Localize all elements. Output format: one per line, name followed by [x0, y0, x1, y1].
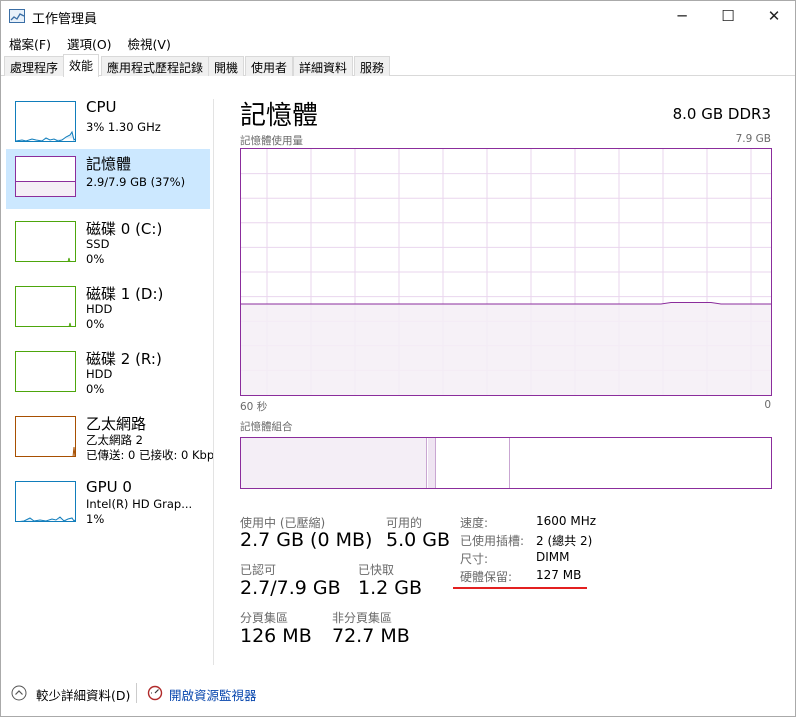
sidebar-ethernet-name: 乙太網路	[86, 415, 147, 433]
memory-spec: 8.0 GB DDR3	[672, 105, 771, 123]
memory-thumbnail-graph	[15, 156, 76, 197]
slots-used-value: 2 (總共 2)	[536, 534, 593, 548]
sidebar-item-disk-1[interactable]: 磁碟 1 (D:) HDD 0%	[6, 279, 210, 339]
disk-1-thumbnail-graph	[15, 286, 76, 327]
memory-usage-graph	[240, 148, 772, 396]
composition-modified	[428, 438, 436, 488]
memory-usage-graph-svg	[241, 149, 771, 395]
slots-used-label: 已使用插槽:	[460, 534, 525, 548]
page-title: 記憶體	[240, 101, 319, 131]
disk-0-thumbnail-graph	[15, 221, 76, 262]
sidebar-disk-1-line1: HDD	[86, 302, 113, 316]
composition-in-use	[241, 438, 427, 488]
in-use-value: 2.7 GB (0 MB)	[240, 529, 373, 551]
task-manager-window: 工作管理員 ─ ☐ ✕ 檔案(F) 選項(O) 檢視(V) 處理程序 效能 應用…	[0, 0, 796, 717]
sidebar-disk-2-line1: HDD	[86, 367, 113, 381]
sidebar-item-gpu[interactable]: GPU 0 Intel(R) HD Grap... 1%	[6, 474, 210, 534]
time-axis-start: 60 秒	[240, 401, 268, 413]
ethernet-thumbnail-graph	[15, 416, 76, 457]
cached-value: 1.2 GB	[358, 577, 423, 599]
tab-strip: 處理程序 效能 應用程式歷程記錄 開機 使用者 詳細資料 服務	[1, 54, 795, 77]
sidebar-memory-name: 記憶體	[86, 155, 132, 173]
menu-options[interactable]: 選項(O)	[59, 32, 120, 52]
close-button[interactable]: ✕	[751, 1, 796, 31]
sidebar-ethernet-line2: 已傳送: 0 已接收: 0 Kbps	[86, 448, 214, 462]
tab-performance[interactable]: 效能	[63, 54, 100, 77]
form-factor-label: 尺寸:	[460, 552, 489, 566]
sidebar-item-cpu[interactable]: CPU 3% 1.30 GHz	[6, 94, 210, 154]
sidebar-item-disk-0[interactable]: 磁碟 0 (C:) SSD 0%	[6, 214, 210, 274]
committed-label: 已認可	[240, 563, 277, 577]
menu-file[interactable]: 檔案(F)	[1, 32, 59, 52]
sidebar-disk-1-line2: 0%	[86, 317, 105, 331]
memory-detail-panel: 記憶體 8.0 GB DDR3 記憶體使用量 7.9 GB 60 秒 0 記憶體…	[231, 91, 781, 671]
usage-graph-label: 記憶體使用量	[240, 135, 303, 147]
nonpaged-pool-label: 非分頁集區	[332, 611, 393, 625]
paged-pool-label: 分頁集區	[240, 611, 289, 625]
maximize-button[interactable]: ☐	[705, 1, 751, 31]
hardware-reserved-highlight	[453, 587, 587, 589]
minimize-button[interactable]: ─	[659, 1, 705, 31]
paged-pool-value: 126 MB	[240, 625, 312, 647]
time-axis-end: 0	[764, 399, 771, 411]
sidebar-gpu-name: GPU 0	[86, 478, 132, 496]
sidebar-divider	[213, 99, 214, 665]
usage-graph-max: 7.9 GB	[735, 133, 771, 145]
memory-composition-bar	[240, 437, 772, 489]
composition-free	[511, 438, 771, 488]
committed-value: 2.7/7.9 GB	[240, 577, 341, 599]
tab-startup[interactable]: 開機	[208, 56, 245, 76]
speed-label: 速度:	[460, 516, 489, 530]
available-value: 5.0 GB	[386, 529, 451, 551]
composition-graph-label: 記憶體組合	[240, 421, 293, 433]
collapse-chevron-icon[interactable]	[11, 685, 27, 701]
footer-bar: 較少詳細資料(D) 開啟資源監視器	[1, 677, 795, 707]
tab-processes[interactable]: 處理程序	[4, 56, 65, 76]
sidebar-disk-2-name: 磁碟 2 (R:)	[86, 350, 162, 368]
cpu-thumbnail-graph	[15, 101, 76, 142]
tab-app-history[interactable]: 應用程式歷程記錄	[101, 56, 210, 76]
sidebar-item-disk-2[interactable]: 磁碟 2 (R:) HDD 0%	[6, 344, 210, 404]
gpu-thumbnail-graph	[15, 481, 76, 522]
disk-2-thumbnail-graph	[15, 351, 76, 392]
form-factor-value: DIMM	[536, 550, 570, 564]
fewer-details-button[interactable]: 較少詳細資料(D)	[36, 685, 130, 704]
sidebar-disk-2-line2: 0%	[86, 382, 105, 396]
tab-users[interactable]: 使用者	[245, 56, 294, 76]
nonpaged-pool-value: 72.7 MB	[332, 625, 410, 647]
title-bar[interactable]: 工作管理員 ─ ☐ ✕	[1, 1, 795, 31]
tab-details[interactable]: 詳細資料	[293, 56, 354, 76]
sidebar-cpu-name: CPU	[86, 98, 117, 116]
resource-monitor-icon[interactable]	[147, 685, 163, 701]
window-title: 工作管理員	[32, 12, 98, 27]
sidebar-disk-0-line1: SSD	[86, 237, 110, 251]
sidebar-memory-line1: 2.9/7.9 GB (37%)	[86, 175, 186, 189]
cached-label: 已快取	[358, 563, 395, 577]
menu-bar: 檔案(F) 選項(O) 檢視(V)	[1, 32, 179, 52]
sidebar-cpu-line1: 3% 1.30 GHz	[86, 120, 161, 134]
open-resource-monitor-link[interactable]: 開啟資源監視器	[169, 685, 257, 704]
sidebar-item-memory[interactable]: 記憶體 2.9/7.9 GB (37%)	[6, 149, 210, 209]
memory-usage-area	[241, 302, 771, 395]
menu-view[interactable]: 檢視(V)	[120, 32, 179, 52]
sidebar-item-ethernet[interactable]: 乙太網路 乙太網路 2 已傳送: 0 已接收: 0 Kbps	[6, 409, 214, 469]
sidebar-disk-0-line2: 0%	[86, 252, 105, 266]
sidebar-disk-1-name: 磁碟 1 (D:)	[86, 285, 164, 303]
sidebar-ethernet-line1: 乙太網路 2	[86, 433, 143, 447]
composition-standby	[437, 438, 510, 488]
footer-separator	[136, 683, 137, 703]
performance-sidebar: CPU 3% 1.30 GHz 記憶體 2.9/7.9 GB (37%) 磁碟 …	[1, 91, 214, 671]
sidebar-gpu-line2: 1%	[86, 512, 105, 526]
sidebar-gpu-line1: Intel(R) HD Grap...	[86, 497, 193, 511]
speed-value: 1600 MHz	[536, 514, 597, 528]
tab-services[interactable]: 服務	[354, 56, 391, 76]
sidebar-disk-0-name: 磁碟 0 (C:)	[86, 220, 163, 238]
hardware-reserved-value: 127 MB	[536, 568, 582, 582]
hardware-reserved-label: 硬體保留:	[460, 570, 513, 584]
task-manager-app-icon	[9, 9, 25, 23]
